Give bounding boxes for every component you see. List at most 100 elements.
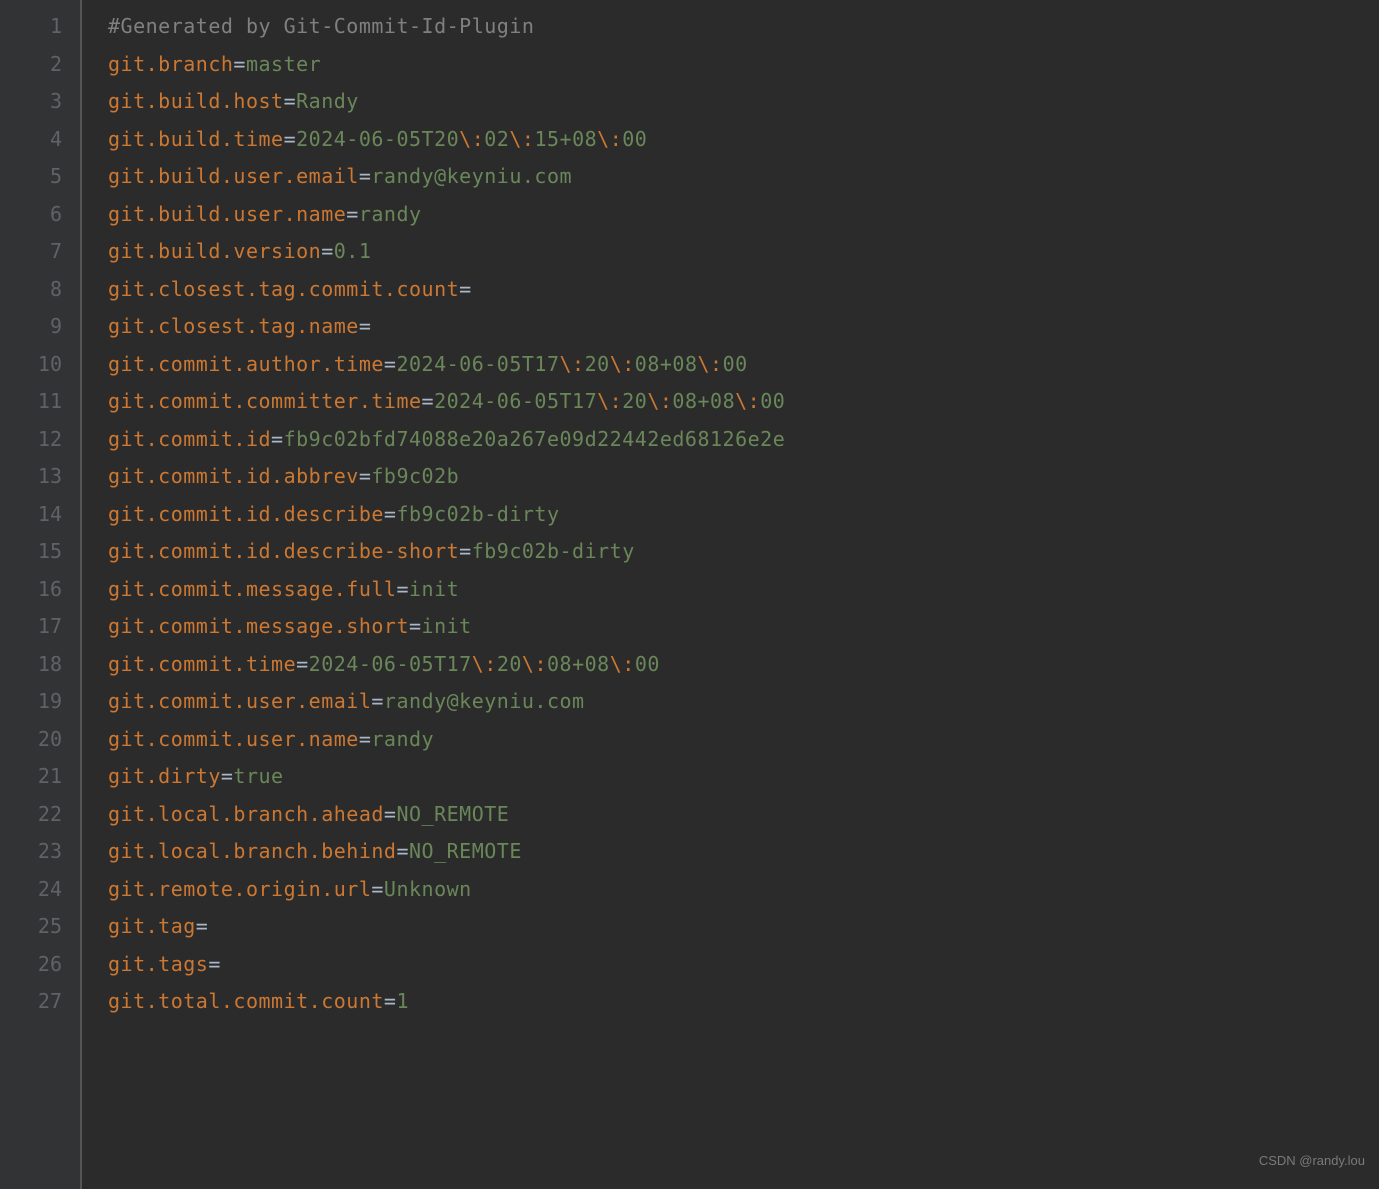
token-equals: =: [396, 577, 409, 601]
code-line[interactable]: git.closest.tag.commit.count=: [108, 271, 785, 309]
code-line[interactable]: git.commit.user.email=randy@keyniu.com: [108, 683, 785, 721]
token-key: git.build.host: [108, 89, 284, 113]
token-value: 15+08: [534, 127, 597, 151]
token-equals: =: [284, 127, 297, 151]
code-line[interactable]: git.commit.time=2024-06-05T17\:20\:08+08…: [108, 646, 785, 684]
token-key: git.commit.id: [108, 427, 271, 451]
code-editor[interactable]: 1234567891011121314151617181920212223242…: [0, 0, 1379, 1189]
token-key: git.commit.id.describe: [108, 502, 384, 526]
token-equals: =: [221, 764, 234, 788]
line-number: 19: [0, 683, 62, 721]
token-value: 20: [622, 389, 647, 413]
token-value: 08+08: [672, 389, 735, 413]
token-value: 00: [723, 352, 748, 376]
token-equals: =: [284, 89, 297, 113]
token-key: git.dirty: [108, 764, 221, 788]
code-line[interactable]: git.commit.id.describe=fb9c02b-dirty: [108, 496, 785, 534]
token-equals: =: [233, 52, 246, 76]
token-value: 20: [497, 652, 522, 676]
token-value: fb9c02b-dirty: [396, 502, 559, 526]
line-number: 4: [0, 121, 62, 159]
token-equals: =: [371, 877, 384, 901]
code-area[interactable]: #Generated by Git-Commit-Id-Plugingit.br…: [82, 0, 785, 1189]
token-key: git.total.commit.count: [108, 989, 384, 1013]
line-number: 22: [0, 796, 62, 834]
token-escape: \:: [459, 127, 484, 151]
token-value: randy: [359, 202, 422, 226]
line-number: 5: [0, 158, 62, 196]
token-value: 0.1: [334, 239, 372, 263]
code-line[interactable]: git.build.user.email=randy@keyniu.com: [108, 158, 785, 196]
line-number: 11: [0, 383, 62, 421]
token-value: 00: [760, 389, 785, 413]
token-escape: \:: [735, 389, 760, 413]
code-line[interactable]: git.commit.user.name=randy: [108, 721, 785, 759]
token-value: Randy: [296, 89, 359, 113]
token-equals: =: [196, 914, 209, 938]
line-number: 12: [0, 421, 62, 459]
line-number: 21: [0, 758, 62, 796]
code-line[interactable]: git.commit.message.short=init: [108, 608, 785, 646]
token-key: git.remote.origin.url: [108, 877, 371, 901]
code-line[interactable]: git.closest.tag.name=: [108, 308, 785, 346]
line-number: 14: [0, 496, 62, 534]
code-line[interactable]: git.commit.message.full=init: [108, 571, 785, 609]
token-value: 2024-06-05T20: [296, 127, 459, 151]
token-key: git.commit.author.time: [108, 352, 384, 376]
line-number-gutter: 1234567891011121314151617181920212223242…: [0, 0, 80, 1189]
code-line[interactable]: git.local.branch.behind=NO_REMOTE: [108, 833, 785, 871]
token-value: fb9c02b-dirty: [472, 539, 635, 563]
token-equals: =: [208, 952, 221, 976]
token-key: git.commit.message.full: [108, 577, 396, 601]
token-equals: =: [359, 314, 372, 338]
token-key: git.commit.time: [108, 652, 296, 676]
token-equals: =: [459, 539, 472, 563]
token-value: init: [409, 577, 459, 601]
code-line[interactable]: git.commit.id=fb9c02bfd74088e20a267e09d2…: [108, 421, 785, 459]
line-number: 27: [0, 983, 62, 1021]
line-number: 25: [0, 908, 62, 946]
code-line[interactable]: git.build.time=2024-06-05T20\:02\:15+08\…: [108, 121, 785, 159]
token-value: 2024-06-05T17: [434, 389, 597, 413]
token-value: randy@keyniu.com: [371, 164, 572, 188]
token-value: NO_REMOTE: [409, 839, 522, 863]
token-value: Unknown: [384, 877, 472, 901]
code-line[interactable]: git.commit.author.time=2024-06-05T17\:20…: [108, 346, 785, 384]
token-escape: \:: [597, 389, 622, 413]
code-line[interactable]: git.tag=: [108, 908, 785, 946]
code-line[interactable]: #Generated by Git-Commit-Id-Plugin: [108, 8, 785, 46]
token-key: git.branch: [108, 52, 233, 76]
code-line[interactable]: git.commit.id.abbrev=fb9c02b: [108, 458, 785, 496]
line-number: 1: [0, 8, 62, 46]
code-line[interactable]: git.local.branch.ahead=NO_REMOTE: [108, 796, 785, 834]
token-key: git.commit.message.short: [108, 614, 409, 638]
token-equals: =: [371, 689, 384, 713]
code-line[interactable]: git.build.host=Randy: [108, 83, 785, 121]
token-equals: =: [384, 989, 397, 1013]
code-line[interactable]: git.tags=: [108, 946, 785, 984]
code-line[interactable]: git.branch=master: [108, 46, 785, 84]
line-number: 15: [0, 533, 62, 571]
token-equals: =: [384, 352, 397, 376]
token-value: 08+08: [547, 652, 610, 676]
token-escape: \:: [698, 352, 723, 376]
code-line[interactable]: git.commit.committer.time=2024-06-05T17\…: [108, 383, 785, 421]
watermark-text: CSDN @randy.lou: [1259, 1142, 1365, 1180]
code-line[interactable]: git.build.user.name=randy: [108, 196, 785, 234]
code-line[interactable]: git.total.commit.count=1: [108, 983, 785, 1021]
token-value: 02: [484, 127, 509, 151]
line-number: 26: [0, 946, 62, 984]
token-value: randy@keyniu.com: [384, 689, 585, 713]
token-value: init: [422, 614, 472, 638]
token-equals: =: [346, 202, 359, 226]
line-number: 7: [0, 233, 62, 271]
code-line[interactable]: git.remote.origin.url=Unknown: [108, 871, 785, 909]
token-key: git.commit.id.describe-short: [108, 539, 459, 563]
token-equals: =: [422, 389, 435, 413]
code-line[interactable]: git.commit.id.describe-short=fb9c02b-dir…: [108, 533, 785, 571]
token-equals: =: [359, 727, 372, 751]
code-line[interactable]: git.build.version=0.1: [108, 233, 785, 271]
code-line[interactable]: git.dirty=true: [108, 758, 785, 796]
line-number: 16: [0, 571, 62, 609]
line-number: 3: [0, 83, 62, 121]
